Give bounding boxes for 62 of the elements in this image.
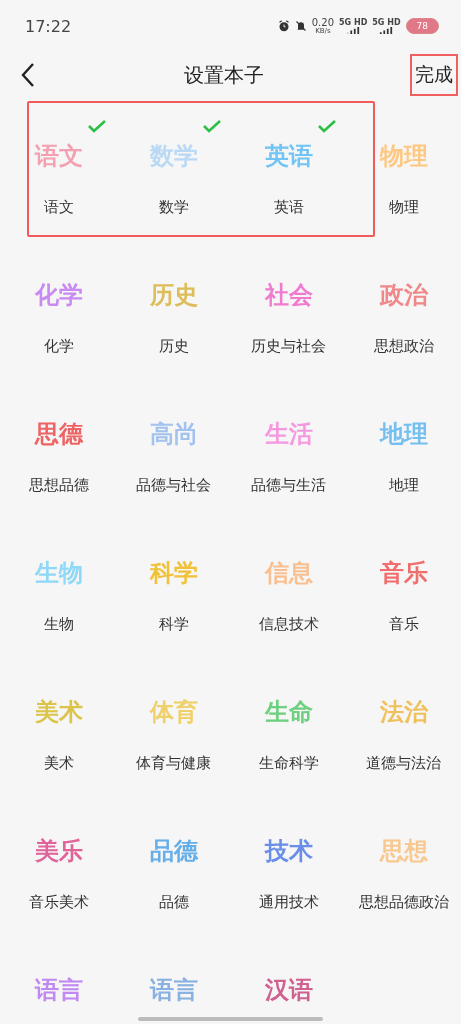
subject-cover[interactable]: 信息 xyxy=(240,536,337,588)
subject-label: 科学 xyxy=(158,615,189,634)
signal-icon xyxy=(379,27,394,34)
subject-cover[interactable]: 政治 xyxy=(355,258,452,310)
subject-label: 英语 xyxy=(273,198,304,217)
subject-cover[interactable]: 音乐 xyxy=(355,536,452,588)
subject-cover[interactable]: 思德 xyxy=(10,397,107,449)
subject-cover[interactable]: 思想 xyxy=(355,814,452,866)
subject-label: 生命科学 xyxy=(258,754,319,773)
subject-cover[interactable]: 美乐 xyxy=(10,814,107,866)
subject-cover[interactable]: 语言 xyxy=(125,953,222,1005)
subject-cover[interactable]: 地理 xyxy=(355,397,452,449)
subject-label: 信息技术 xyxy=(258,615,319,634)
alarm-icon xyxy=(277,20,290,32)
subject-label: 品德与生活 xyxy=(251,476,326,495)
subject-label: 体育与健康 xyxy=(136,754,211,773)
network-label: 5G HD xyxy=(339,18,368,27)
subject-cover[interactable]: 化学 xyxy=(10,258,107,310)
subject-label: 品德与社会 xyxy=(136,476,211,495)
subject-label: 音乐美术 xyxy=(28,893,89,912)
subject-cover[interactable]: 社会 xyxy=(240,258,337,310)
subject-label: 化学 xyxy=(43,337,74,356)
subject-cover[interactable]: 科学 xyxy=(125,536,222,588)
done-button[interactable]: 完成 xyxy=(410,54,458,96)
subject-label: 历史 xyxy=(158,337,189,356)
subject-label: 历史与社会 xyxy=(251,337,326,356)
subject-cover[interactable]: 语言 xyxy=(10,953,107,1005)
subject-cover[interactable]: 生活 xyxy=(240,397,337,449)
page-title: 设置本子 xyxy=(184,61,264,89)
subject-cover[interactable]: 品德 xyxy=(125,814,222,866)
speed-value: 0.20 xyxy=(311,17,334,27)
subject-label: 思想政治 xyxy=(373,337,434,356)
subject-cover[interactable]: 物理 xyxy=(355,119,452,171)
subject-cover[interactable]: 生物 xyxy=(10,536,107,588)
subject-cover[interactable]: 语文 xyxy=(10,119,107,171)
subject-cover[interactable]: 美术 xyxy=(10,675,107,727)
subject-cover[interactable]: 体育 xyxy=(125,675,222,727)
subject-cover[interactable]: 英语 xyxy=(240,119,337,171)
subject-label: 地理 xyxy=(388,476,419,495)
network-label: 5G HD xyxy=(372,18,401,27)
subject-label: 数学 xyxy=(158,198,189,217)
bell-muted-icon xyxy=(294,20,307,32)
subject-label: 物理 xyxy=(388,198,419,217)
status-time: 17:22 xyxy=(25,16,72,36)
subject-cover[interactable]: 技术 xyxy=(240,814,337,866)
subject-label: 语文 xyxy=(43,198,74,217)
subject-label: 思想品德 xyxy=(28,476,89,495)
subject-label: 思想品德政治 xyxy=(358,893,449,912)
battery-indicator: 78 xyxy=(405,18,439,34)
subject-cover[interactable]: 汉语 xyxy=(240,953,337,1005)
subject-cover[interactable]: 高尚 xyxy=(125,397,222,449)
subject-cover[interactable]: 生命 xyxy=(240,675,337,727)
subject-label: 通用技术 xyxy=(258,893,319,912)
signal-icon xyxy=(346,27,361,34)
subject-label: 生物 xyxy=(43,615,74,634)
subject-label: 音乐 xyxy=(388,615,419,634)
subject-label: 道德与法治 xyxy=(366,754,441,773)
subject-cover[interactable]: 数学 xyxy=(125,119,222,171)
subject-label: 美术 xyxy=(43,754,74,773)
subject-cover[interactable]: 法治 xyxy=(355,675,452,727)
subject-cover[interactable]: 历史 xyxy=(125,258,222,310)
subject-label: 品德 xyxy=(158,893,189,912)
